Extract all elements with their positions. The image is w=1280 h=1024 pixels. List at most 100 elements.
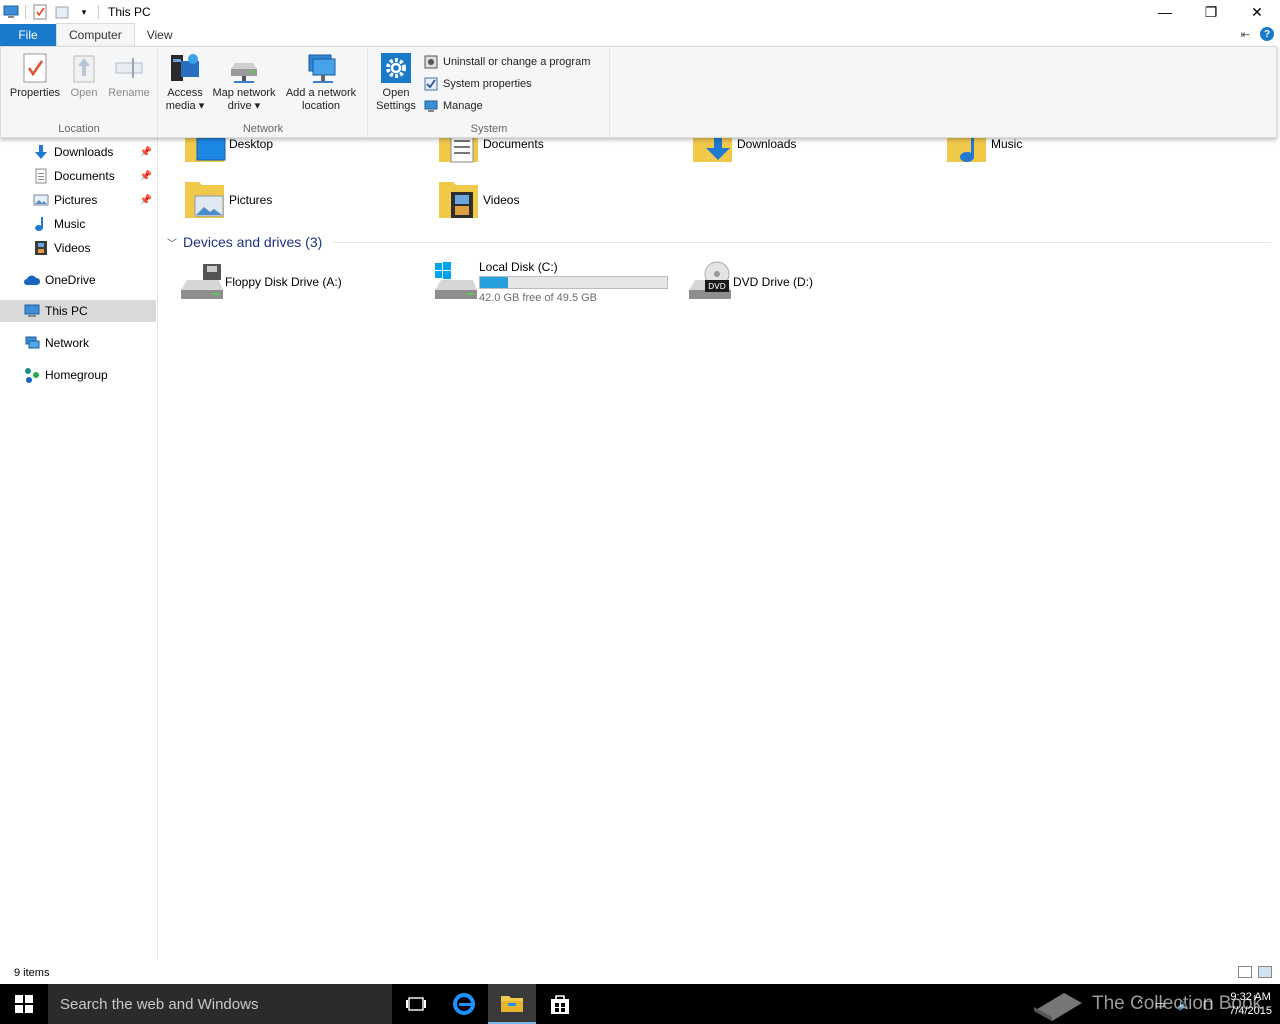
navigation-pane: Downloads 📌 Documents 📌 Pictures 📌 Music… [0, 138, 158, 960]
ribbon-group-network: Access media ▾ Map network drive ▾ Add a… [159, 47, 368, 137]
window-title: This PC [108, 5, 151, 19]
nav-label-network: Network [45, 336, 90, 350]
taskbar-clock[interactable]: 9:32 AM 7/4/2015 [1229, 990, 1272, 1018]
documents-icon [33, 168, 49, 184]
nav-item-homegroup[interactable]: Homegroup [0, 364, 156, 386]
folder-name-pictures: Pictures [229, 193, 273, 207]
item-count: 9 items [14, 967, 50, 979]
drive-floppy[interactable]: Floppy Disk Drive (A:) [179, 258, 342, 306]
pin-ribbon-icon[interactable]: ⇤ [1241, 28, 1250, 41]
edge-browser-button[interactable] [440, 984, 488, 1024]
nav-item-documents[interactable]: Documents 📌 [0, 165, 156, 187]
volume-icon[interactable]: 🔈 [1177, 998, 1191, 1011]
uninstall-program-button[interactable]: Uninstall or change a program [423, 52, 590, 72]
view-toggle [1238, 966, 1272, 978]
nav-label-onedrive: OneDrive [45, 273, 96, 287]
large-icons-view-icon[interactable] [1258, 966, 1272, 978]
drive-dvd-d[interactable]: DVD DVD Drive (D:) [687, 258, 813, 306]
drive-local-disk-c[interactable]: Local Disk (C:) 42.0 GB free of 49.5 GB [433, 258, 668, 306]
nav-label-music: Music [54, 217, 86, 231]
this-pc-icon[interactable] [3, 4, 19, 20]
drive-name-dvd: DVD Drive (D:) [733, 275, 813, 289]
new-folder-icon[interactable] [54, 4, 70, 20]
add-network-location-label-1: Add a network [285, 87, 357, 99]
drive-free-space: 42.0 GB free of 49.5 GB [479, 292, 598, 304]
nav-item-videos[interactable]: Videos [0, 237, 156, 259]
folder-videos[interactable]: Videos [437, 176, 519, 224]
open-button[interactable]: Open [65, 51, 103, 100]
downloads-arrow-icon [33, 144, 49, 160]
store-button[interactable] [536, 984, 584, 1024]
map-network-drive-button[interactable]: Map network drive ▾ [209, 51, 279, 113]
pin-icon[interactable]: 📌 [140, 171, 152, 182]
customize-toolbar-chevron-icon[interactable]: ▾ [76, 4, 92, 20]
nav-item-music[interactable]: Music [0, 213, 156, 235]
drive-name-local-disk: Local Disk (C:) [479, 260, 558, 274]
nav-label-documents: Documents [54, 169, 115, 183]
rename-icon [113, 51, 145, 85]
rename-button[interactable]: Rename [105, 51, 153, 100]
devices-group-title: Devices and drives (3) [183, 234, 323, 250]
network-status-icon[interactable]: ▭ [1155, 998, 1165, 1011]
start-button[interactable] [0, 984, 48, 1024]
nav-item-pictures[interactable]: Pictures 📌 [0, 189, 156, 211]
onedrive-cloud-icon [24, 272, 40, 288]
close-button[interactable]: ✕ [1234, 0, 1280, 24]
folder-name-desktop: Desktop [229, 137, 274, 151]
file-explorer-icon [501, 996, 523, 1012]
pin-icon[interactable]: 📌 [140, 195, 152, 206]
taskbar-search-box[interactable]: Search the web and Windows [48, 984, 392, 1024]
drive-name-floppy: Floppy Disk Drive (A:) [225, 275, 342, 289]
windows-system-drive-icon [433, 260, 477, 304]
edge-icon [453, 993, 475, 1015]
separator [25, 5, 26, 19]
manage-button[interactable]: Manage [423, 96, 483, 116]
uninstall-program-icon [423, 54, 439, 70]
music-note-icon [33, 216, 49, 232]
tab-computer[interactable]: Computer [56, 23, 135, 46]
search-placeholder: Search the web and Windows [60, 995, 259, 1013]
folder-name-documents: Documents [483, 137, 544, 151]
ribbon-right-controls: ⇤ ? [1241, 27, 1274, 41]
task-view-button[interactable] [392, 984, 440, 1024]
nav-label-videos: Videos [54, 241, 91, 255]
details-view-icon[interactable] [1238, 966, 1252, 978]
access-media-label-1: Access [167, 87, 203, 99]
system-properties-icon [423, 76, 439, 92]
quick-access-toolbar: ▾ [0, 0, 102, 24]
show-hidden-icons-chevron-icon[interactable]: ^ [1137, 998, 1142, 1010]
network-drive-icon [228, 51, 260, 85]
properties-button[interactable]: Properties [7, 51, 63, 100]
tab-view[interactable]: View [135, 24, 185, 46]
nav-item-onedrive[interactable]: OneDrive [0, 269, 156, 291]
devices-group-header[interactable]: ﹀ Devices and drives (3) [167, 234, 322, 250]
action-center-icon[interactable]: ▢ [1203, 998, 1213, 1011]
settings-gear-icon [380, 51, 412, 85]
nav-item-this-pc[interactable]: This PC [0, 300, 156, 322]
folder-name-videos: Videos [483, 193, 520, 207]
add-network-location-button[interactable]: Add a network location [281, 51, 361, 113]
properties-icon [19, 51, 51, 85]
system-properties-label: System properties [443, 78, 532, 90]
system-properties-button[interactable]: System properties [423, 74, 532, 94]
this-pc-icon [24, 303, 40, 319]
file-explorer-button[interactable] [488, 984, 536, 1024]
pictures-icon [33, 192, 49, 208]
minimize-button[interactable]: — [1142, 0, 1188, 24]
folder-name-music: Music [991, 137, 1023, 151]
help-icon[interactable]: ? [1260, 27, 1274, 41]
open-settings-label-2: Settings [376, 100, 416, 112]
title-bar: ▾ This PC — ❐ ✕ [0, 0, 1280, 24]
pin-icon[interactable]: 📌 [140, 147, 152, 158]
open-settings-button[interactable]: Open Settings [373, 51, 419, 113]
properties-icon[interactable] [32, 4, 48, 20]
tab-file[interactable]: File [0, 24, 56, 46]
nav-item-downloads[interactable]: Downloads 📌 [0, 141, 156, 163]
restore-button[interactable]: ❐ [1188, 0, 1234, 24]
network-group-label: Network [242, 123, 284, 135]
folder-pictures[interactable]: Pictures [183, 176, 272, 224]
chevron-down-icon[interactable]: ﹀ [167, 235, 177, 250]
access-media-button[interactable]: Access media ▾ [163, 51, 207, 113]
nav-item-network[interactable]: Network [0, 332, 156, 354]
drive-info: Local Disk (C:) 42.0 GB free of 49.5 GB [479, 260, 668, 304]
